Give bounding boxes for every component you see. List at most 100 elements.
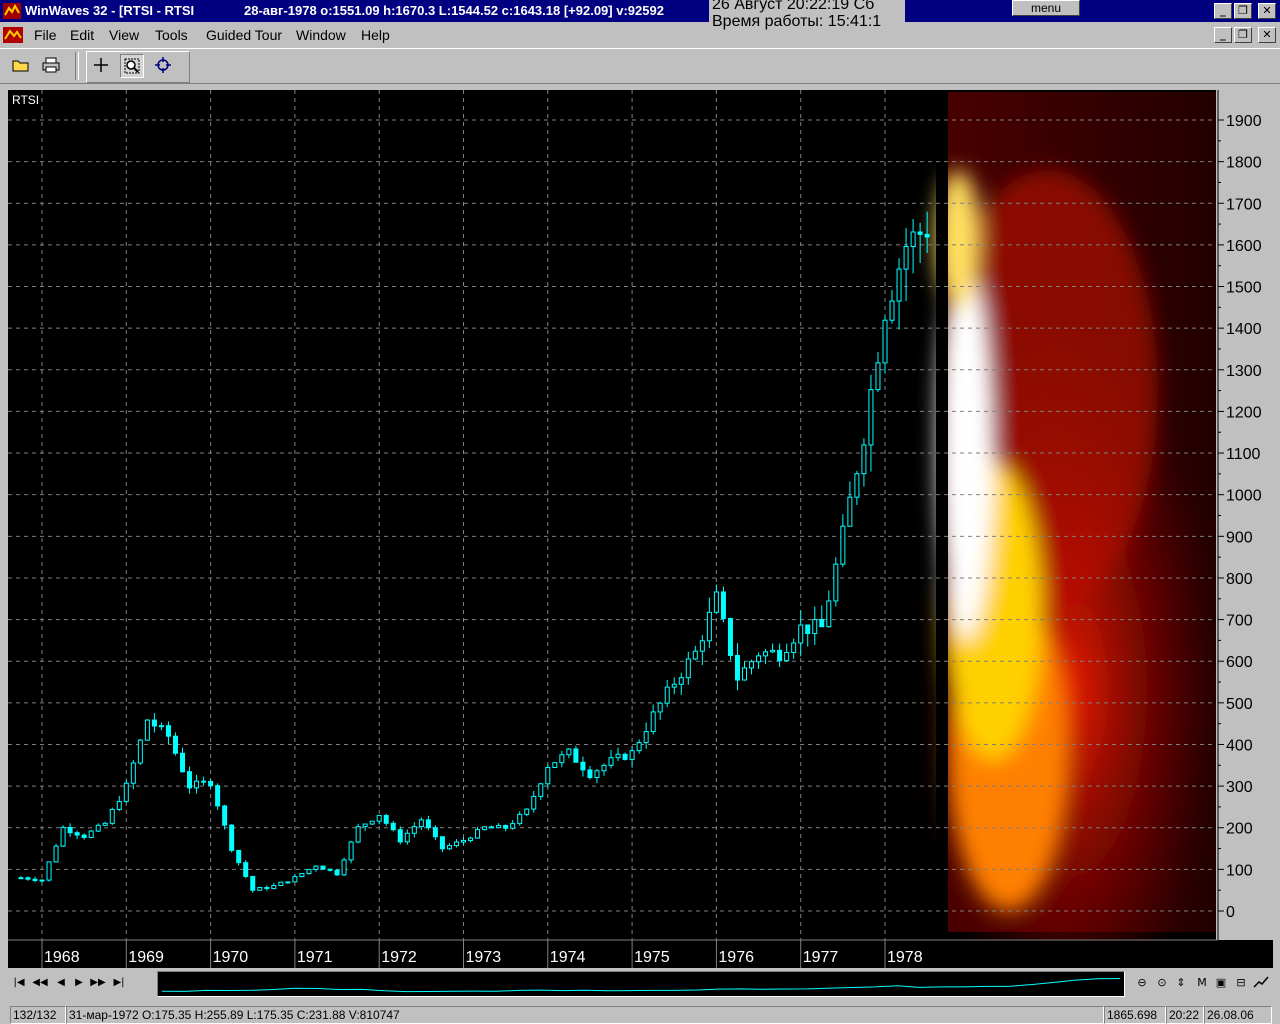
- candle-body: [95, 824, 101, 832]
- x-tick-label: 1971: [297, 949, 333, 966]
- fast-forward-icon[interactable]: ▶▶: [89, 975, 107, 991]
- candle-body: [615, 753, 621, 759]
- navigation-bar: |◀ ◀◀ ◀ ▶ ▶▶ ▶| ⊖ ⊙ ⇕ M ▣ ⊟: [0, 968, 1280, 1000]
- candle-body: [749, 661, 755, 669]
- candle-series: [18, 211, 930, 893]
- fast-back-icon[interactable]: ◀◀: [31, 975, 49, 991]
- candle-body: [531, 795, 537, 810]
- app-close-button[interactable]: ✕: [1258, 3, 1276, 19]
- candle-body: [664, 686, 670, 704]
- y-tick-label: 1700: [1226, 196, 1262, 213]
- quote-readout: 28-авг-1978 o:1551.09 h:1670.3 L:1544.52…: [244, 3, 664, 18]
- open-folder-icon[interactable]: [10, 54, 32, 76]
- candle-body: [187, 771, 193, 789]
- app-restore-button[interactable]: ❐: [1234, 3, 1252, 19]
- scroll-vertical-icon[interactable]: ⇕: [1173, 975, 1189, 991]
- step-back-icon[interactable]: ◀: [52, 975, 70, 991]
- candle-body: [727, 617, 733, 656]
- first-icon[interactable]: |◀: [10, 975, 28, 991]
- candle-body: [622, 753, 628, 760]
- candle-body: [165, 725, 171, 737]
- menu-help[interactable]: Help: [361, 27, 390, 43]
- overview-scroller[interactable]: [157, 971, 1125, 997]
- y-tick-label: 1800: [1226, 155, 1262, 172]
- window-icon[interactable]: ▣: [1213, 975, 1229, 991]
- cursor-price: 1865.698: [1104, 1006, 1166, 1024]
- menu-window[interactable]: Window: [296, 27, 346, 43]
- candle-body: [552, 762, 558, 768]
- candle-body: [692, 650, 698, 660]
- candle-body: [299, 873, 305, 878]
- candle-body: [924, 233, 930, 238]
- zoom-icon[interactable]: [120, 54, 144, 78]
- candle-body: [215, 785, 221, 807]
- zoom-in-icon[interactable]: ⊙: [1154, 975, 1170, 991]
- candle-body: [840, 525, 846, 565]
- step-forward-icon[interactable]: ▶: [70, 975, 88, 991]
- menu-edit[interactable]: Edit: [70, 27, 94, 43]
- chart-area[interactable]: 0 100 200 300 400 500 600 700 800 900 1000 1100 1200…: [8, 90, 1273, 968]
- y-tick-label: 500: [1226, 696, 1253, 713]
- y-tick-label: 1200: [1226, 404, 1262, 421]
- status-date: 26.08.06: [1204, 1006, 1272, 1024]
- candle-body: [243, 862, 249, 877]
- menu-view[interactable]: View: [109, 27, 139, 43]
- monthly-icon[interactable]: M: [1194, 975, 1210, 991]
- x-tick-label: 1976: [718, 949, 754, 966]
- candle-body: [671, 683, 677, 688]
- app-minimize-button[interactable]: _: [1214, 3, 1232, 19]
- period-icon[interactable]: ⊟: [1233, 975, 1249, 991]
- candle-body: [517, 813, 523, 825]
- window-title: WinWaves 32 - [RTSI - RTSI: [25, 3, 195, 18]
- y-tick-label: 200: [1226, 821, 1253, 838]
- candle-body: [376, 815, 382, 822]
- candle-body: [503, 824, 509, 829]
- candle-body: [678, 677, 684, 685]
- crosshair-plus-icon[interactable]: [90, 54, 112, 76]
- doc-close-button[interactable]: ✕: [1258, 27, 1276, 43]
- candle-body: [896, 268, 902, 302]
- candle-body: [601, 764, 607, 772]
- target-icon[interactable]: [152, 54, 174, 76]
- candle-body: [60, 826, 66, 847]
- y-tick-label: 100: [1226, 862, 1253, 879]
- candle-body: [383, 815, 389, 824]
- candle-body: [650, 711, 656, 733]
- candle-body: [355, 826, 361, 843]
- candle-body: [334, 869, 340, 876]
- menu-button[interactable]: menu: [1012, 0, 1080, 16]
- candle-body: [510, 823, 516, 829]
- x-tick-label: 1969: [128, 949, 164, 966]
- candle-body: [636, 742, 642, 752]
- menu-tools[interactable]: Tools: [155, 27, 188, 43]
- candle-body: [88, 830, 94, 838]
- candle-body: [903, 245, 909, 270]
- document-icon[interactable]: [3, 27, 23, 43]
- zoom-out-icon[interactable]: ⊖: [1134, 975, 1150, 991]
- bar-info: 31-мар-1972 O:175.35 H:255.89 L:175.35 C…: [66, 1006, 1104, 1024]
- x-tick-label: 1975: [634, 949, 670, 966]
- candle-body: [327, 868, 333, 871]
- bar-count: 132/132: [10, 1006, 66, 1024]
- candle-body: [285, 881, 291, 884]
- last-icon[interactable]: ▶|: [110, 975, 128, 991]
- price-chart[interactable]: 0 100 200 300 400 500 600 700 800 900 1000 1100 1200…: [8, 90, 1273, 968]
- candle-body: [404, 832, 410, 843]
- doc-minimize-button[interactable]: _: [1214, 27, 1232, 43]
- print-icon[interactable]: [40, 54, 62, 76]
- candle-body: [348, 841, 354, 861]
- candle-body: [573, 748, 579, 763]
- candle-body: [257, 886, 263, 891]
- doc-restore-button[interactable]: ❐: [1234, 27, 1252, 43]
- candle-body: [81, 834, 87, 838]
- candle-body: [861, 444, 867, 475]
- y-tick-label: 400: [1226, 737, 1253, 754]
- candle-body: [264, 886, 270, 890]
- x-tick-label: 1977: [803, 949, 839, 966]
- line-chart-icon[interactable]: [1253, 975, 1269, 991]
- menu-guided-tour[interactable]: Guided Tour: [206, 27, 282, 43]
- candle-body: [425, 819, 431, 829]
- status-time: 20:22: [1166, 1006, 1204, 1024]
- menu-file[interactable]: File: [34, 27, 57, 43]
- candle-body: [25, 877, 31, 880]
